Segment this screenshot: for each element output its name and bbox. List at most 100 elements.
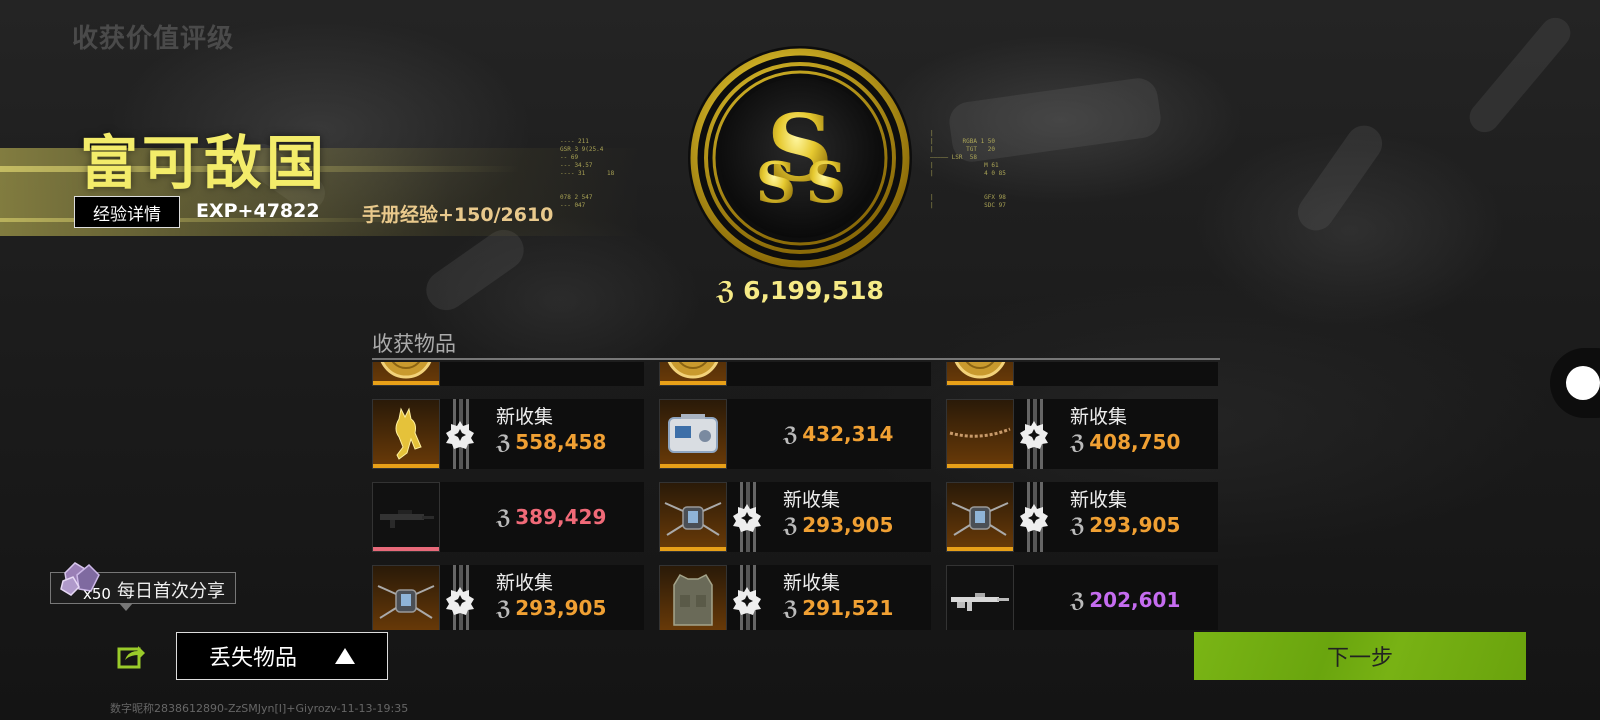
item-price-value: 291,521: [802, 596, 894, 620]
new-badge-icon: [732, 503, 762, 533]
item-price-value: 389,429: [515, 505, 607, 529]
item-necklace-icon[interactable]: [946, 399, 1014, 469]
item-price: ℨ 683,500: [783, 362, 893, 364]
item-price-value: 683,500: [1089, 362, 1180, 363]
new-collection-label: 新收集: [783, 572, 841, 594]
expand-up-icon: [335, 648, 355, 664]
rarity-bar: [660, 381, 726, 385]
item-info: 新收集 ℨ 558,458: [496, 405, 606, 455]
total-value-number: 6,199,518: [743, 276, 884, 305]
rarity-bar: [947, 381, 1013, 385]
item-gold-coin-icon[interactable]: [946, 362, 1014, 386]
new-collection-label: 新收集: [1070, 406, 1128, 428]
share-reward-text: 每日首次分享: [117, 581, 225, 602]
new-badge-icon: [445, 586, 475, 616]
item-price-value: 558,458: [515, 430, 607, 454]
rarity-bar: [947, 464, 1013, 468]
new-collection-label: 新收集: [1070, 489, 1128, 511]
item-power-station-icon[interactable]: [659, 399, 727, 469]
item-gold-coin-icon[interactable]: [372, 362, 440, 386]
item-card[interactable]: ℨ 683,500: [946, 362, 1218, 386]
new-badge-icon: [1019, 420, 1049, 450]
lost-items-button[interactable]: 丢失物品: [176, 632, 388, 680]
item-info: ℨ 389,429: [496, 504, 606, 530]
item-rifle-dark-icon[interactable]: [372, 482, 440, 552]
hud-decoration-left: ---- 211 GSR 3 9(25.4 -- 69 --- 34.57 ---- 3…: [560, 138, 615, 209]
item-card[interactable]: ℨ 432,314: [659, 399, 931, 469]
item-card[interactable]: ℨ 683,500: [372, 362, 644, 386]
item-drone-icon[interactable]: [659, 482, 727, 552]
scroll-handle-dot[interactable]: [1566, 366, 1600, 400]
item-card[interactable]: 新收集 ℨ 408,750: [946, 399, 1218, 469]
item-price-value: 432,314: [802, 422, 894, 446]
item-info: 新收集 ℨ 293,905: [1070, 488, 1180, 538]
currency-icon: ℨ: [1070, 513, 1086, 537]
item-info: 新收集 ℨ 293,905: [783, 488, 893, 538]
item-price-value: 683,500: [515, 362, 606, 363]
item-drone-icon[interactable]: [372, 565, 440, 630]
total-value: ℨ 6,199,518: [700, 276, 900, 305]
item-gold-coin-icon[interactable]: [659, 362, 727, 386]
item-tactical-vest-icon[interactable]: [659, 565, 727, 630]
rarity-bar: [373, 547, 439, 551]
item-price-value: 202,601: [1089, 588, 1181, 612]
share-icon[interactable]: [116, 640, 146, 670]
item-price: ℨ 202,601: [1070, 587, 1180, 613]
new-badge-icon: [445, 420, 475, 450]
item-price: ℨ 683,500: [1070, 362, 1180, 364]
currency-icon: ℨ: [496, 505, 512, 529]
item-card[interactable]: 新收集 ℨ 293,905: [372, 565, 644, 630]
currency-icon: ℨ: [496, 596, 512, 620]
page-title: 收获价值评级: [72, 24, 235, 54]
item-card[interactable]: 新收集 ℨ 558,458: [372, 399, 644, 469]
item-price: ℨ 291,521: [783, 595, 893, 621]
item-gold-cat-statue-icon[interactable]: [372, 399, 440, 469]
rarity-bar: [373, 464, 439, 468]
new-collection-label: 新收集: [496, 406, 554, 428]
item-card[interactable]: 新收集 ℨ 293,905: [659, 482, 931, 552]
share-reward-count: x50: [83, 585, 111, 603]
harvest-items-list[interactable]: ℨ683,500ℨ683,500ℨ683,500新收集ℨ558,458ℨ432,…: [372, 362, 1222, 630]
item-card[interactable]: ℨ 202,601: [946, 565, 1218, 630]
item-assault-rifle-icon[interactable]: [946, 565, 1014, 630]
item-card[interactable]: ℨ 389,429: [372, 482, 644, 552]
section-divider: [372, 358, 1220, 360]
item-info: 新收集 ℨ 293,905: [496, 571, 606, 621]
rarity-bar: [660, 547, 726, 551]
currency-icon: ℨ: [1070, 588, 1086, 612]
harvest-section-label: 收获物品: [372, 332, 456, 356]
rarity-bar: [947, 547, 1013, 551]
item-price: ℨ 558,458: [496, 429, 606, 455]
item-info: ℨ 683,500: [496, 362, 606, 364]
next-step-button[interactable]: 下一步: [1194, 632, 1526, 680]
item-info: 新收集 ℨ 408,750: [1070, 405, 1180, 455]
currency-icon: ℨ: [1070, 362, 1085, 363]
item-card[interactable]: 新收集 ℨ 293,905: [946, 482, 1218, 552]
new-collection-label: 新收集: [496, 572, 554, 594]
rarity-bar: [660, 464, 726, 468]
currency-icon: ℨ: [783, 362, 798, 363]
item-price-value: 293,905: [1089, 513, 1181, 537]
item-card[interactable]: 新收集 ℨ 291,521: [659, 565, 931, 630]
item-price: ℨ 683,500: [496, 362, 606, 364]
rarity-bar: [373, 381, 439, 385]
currency-icon: ℨ: [716, 276, 736, 305]
exp-detail-button[interactable]: 经验详情: [74, 196, 180, 228]
item-price-value: 683,500: [802, 362, 893, 363]
item-price-value: 293,905: [802, 513, 894, 537]
harvest-items-grid: ℨ683,500ℨ683,500ℨ683,500新收集ℨ558,458ℨ432,…: [372, 362, 1222, 630]
new-badge-icon: [732, 586, 762, 616]
item-price: ℨ 389,429: [496, 504, 606, 530]
sss-gold-coin-icon: S S S: [686, 44, 914, 272]
item-price: ℨ 293,905: [496, 595, 606, 621]
currency-icon: ℨ: [783, 513, 799, 537]
item-card[interactable]: ℨ 683,500: [659, 362, 931, 386]
hud-decoration-right: | | RGBA 1 50 | TGT 20 ————— LSR 58 | M 61 | …: [930, 130, 1006, 209]
svg-text:S: S: [756, 150, 796, 216]
item-info: ℨ 202,601: [1070, 587, 1180, 613]
item-price: ℨ 293,905: [1070, 512, 1180, 538]
share-reward-tooltip[interactable]: x50 每日首次分享: [50, 562, 236, 611]
handbook-exp: 手册经验+150/2610: [362, 204, 554, 226]
currency-icon: ℨ: [496, 362, 511, 363]
item-drone-icon[interactable]: [946, 482, 1014, 552]
